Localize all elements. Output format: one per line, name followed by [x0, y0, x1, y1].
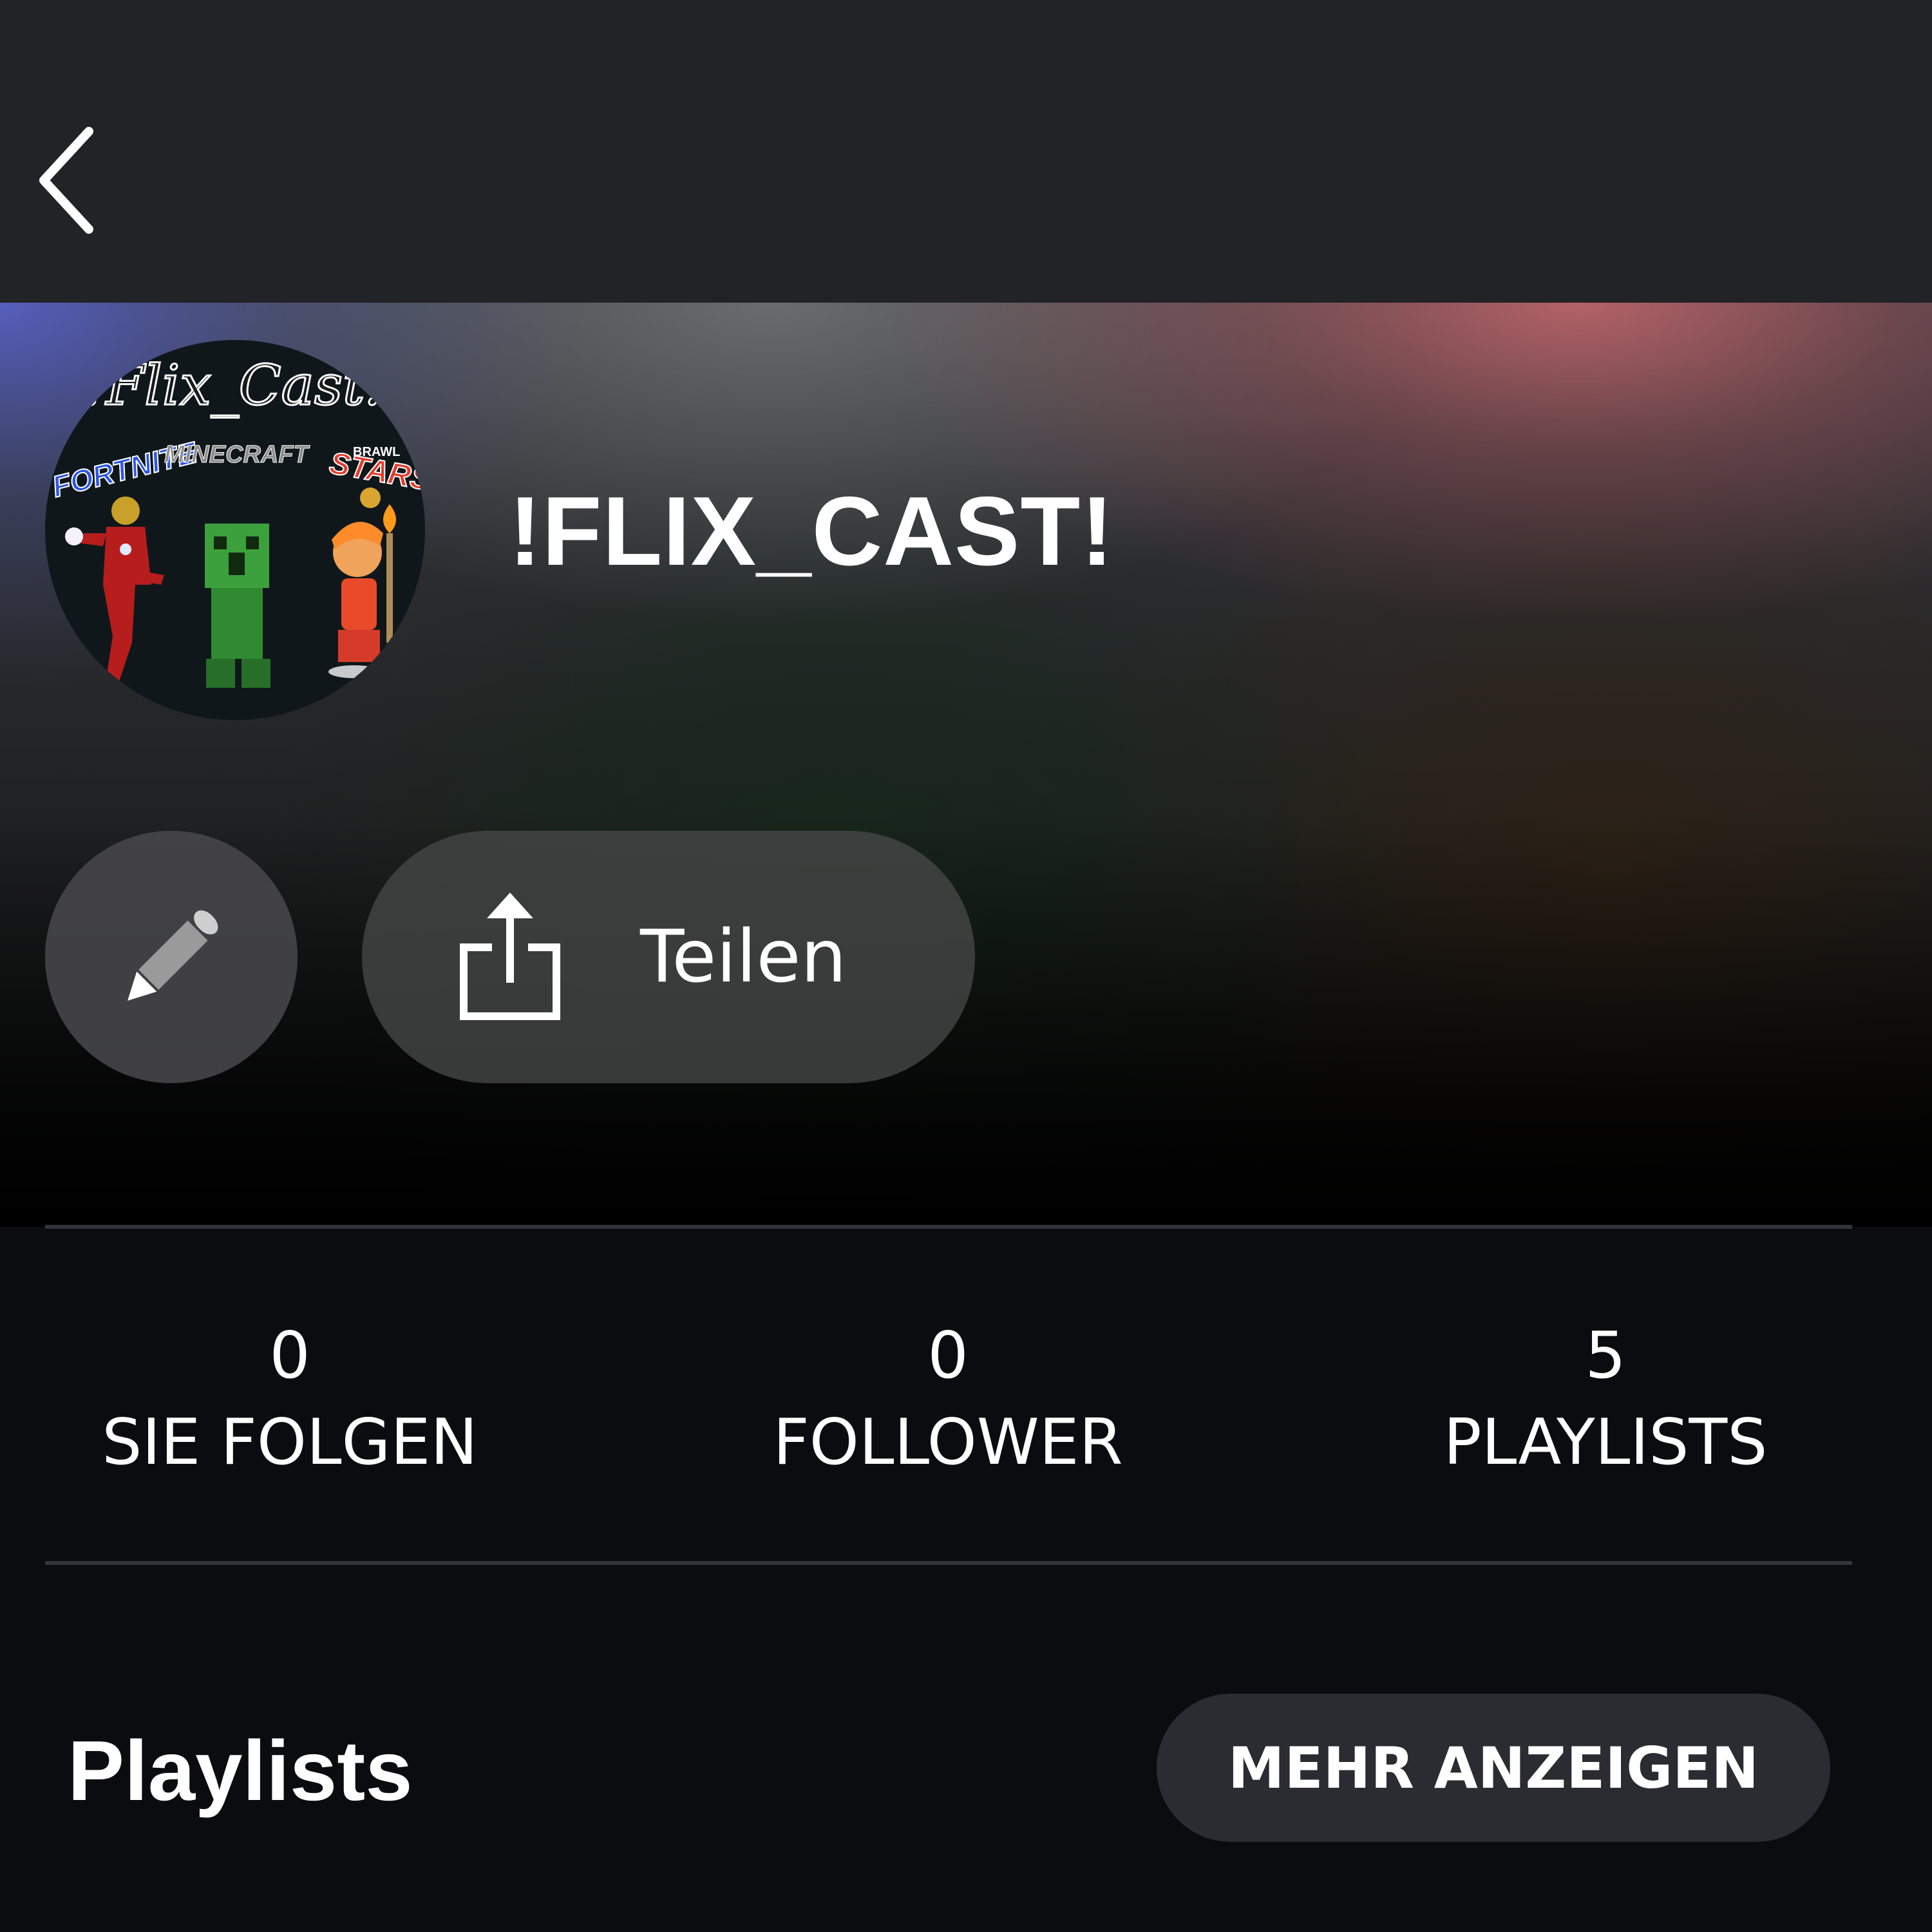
top-bar [0, 0, 1932, 303]
share-button[interactable]: Teilen [362, 831, 975, 1083]
divider-bottom [45, 1561, 1852, 1565]
stat-following[interactable]: 0 SIE FOLGEN [32, 1314, 547, 1488]
stat-count: 0 [927, 1318, 969, 1393]
stat-followers[interactable]: 0 FOLLOWER [690, 1314, 1206, 1488]
share-icon [460, 893, 560, 1020]
stat-label: PLAYLISTS [1443, 1406, 1768, 1479]
playlists-section-title: Playlists [68, 1723, 413, 1818]
back-button[interactable] [19, 109, 116, 251]
stat-count: 0 [269, 1318, 310, 1393]
pencil-icon [128, 910, 218, 1001]
stat-label: SIE FOLGEN [102, 1406, 478, 1479]
avatar: !Flix_Cast! FORTNITE MINECRAFT BRAWL STA… [45, 340, 425, 720]
avatar-image: !Flix_Cast! FORTNITE MINECRAFT BRAWL STA… [45, 340, 425, 720]
stat-label: FOLLOWER [773, 1406, 1123, 1479]
show-more-button[interactable]: MEHR ANZEIGEN [1157, 1694, 1830, 1842]
share-label: Teilen [640, 915, 847, 999]
stat-count: 5 [1585, 1318, 1626, 1393]
divider-top [45, 1225, 1852, 1229]
svg-text:MINECRAFT: MINECRAFT [164, 441, 310, 468]
edit-profile-button[interactable] [45, 831, 298, 1083]
profile-name: !FLIX_CAST! [509, 477, 1114, 586]
chevron-left-icon [39, 127, 93, 234]
stat-playlists[interactable]: 5 PLAYLISTS [1348, 1314, 1863, 1488]
